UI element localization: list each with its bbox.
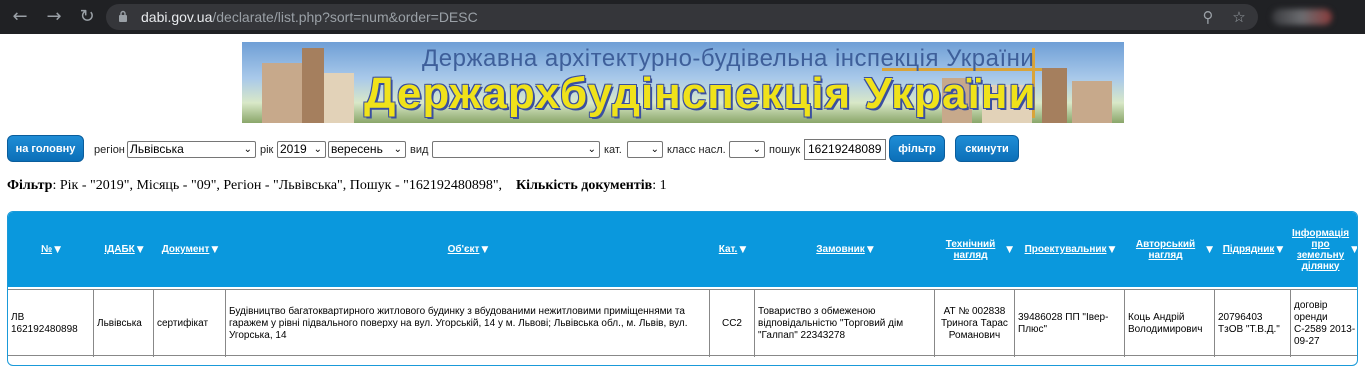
header-contractor[interactable]: Підрядник ▼: [1215, 212, 1291, 287]
class-label: класс насл.: [667, 144, 726, 156]
cell-category: СС2: [710, 290, 755, 357]
header-category[interactable]: Кат. ▼: [710, 212, 755, 287]
class-select[interactable]: ⌄: [729, 141, 765, 158]
cell-customer: Товариство з обмеженою відповідальністю …: [755, 290, 935, 357]
sort-arrow-icon: ▼: [1276, 244, 1284, 255]
declarations-table: № ▼ ІДАБК ▼ Документ ▼ Об'єкт ▼ Кат. ▼ Замовн…: [7, 211, 1358, 366]
browser-toolbar: ← → ↻ dabi.gov.ua/declarate/list.php?sor…: [0, 0, 1365, 34]
cell-document: сертифікат: [154, 290, 226, 357]
sort-arrow-icon: ▼: [481, 244, 489, 255]
table-row: ЛВ 162192480898 Львівська сертифікат Буд…: [8, 289, 1357, 357]
filter-summary-text: : Рік - "2019", Місяць - "09", Регіон - …: [52, 178, 503, 193]
chevron-down-icon: ⌄: [752, 144, 761, 155]
reset-button[interactable]: скинути: [955, 135, 1019, 162]
sort-arrow-icon: ▼: [739, 244, 747, 255]
bookmark-star-icon[interactable]: ☆: [1229, 7, 1249, 27]
header-designer[interactable]: Проектувальник ▼: [1015, 212, 1125, 287]
search-input[interactable]: 16219248089: [804, 139, 886, 160]
cell-designer: 39486028 ПП "Івер-Плюс": [1015, 290, 1125, 357]
home-button[interactable]: на головну: [7, 135, 84, 162]
search-label: пошук: [769, 144, 801, 156]
header-idabk[interactable]: ІДАБК ▼: [94, 212, 154, 287]
year-label: рік: [260, 144, 274, 156]
cell-land-info: договір оренди С-2589 2013-09-27: [1294, 299, 1356, 347]
cell-idabk: Львівська: [94, 290, 154, 357]
cell-number: ЛВ 162192480898: [8, 290, 94, 357]
sort-arrow-icon: ▼: [54, 244, 62, 255]
sort-arrow-icon: ▼: [1108, 244, 1116, 255]
header-tech-supervision[interactable]: Технічний нагляд ▼: [935, 212, 1015, 287]
chevron-down-icon: ⌄: [587, 144, 596, 155]
url-text: dabi.gov.ua/declarate/list.php?sort=num&…: [141, 9, 478, 25]
chevron-down-icon: ⌄: [243, 144, 252, 155]
chevron-down-icon: ⌄: [393, 144, 402, 155]
header-customer[interactable]: Замовник ▼: [755, 212, 935, 287]
cell-object: Будівництво багатоквартирного житлового …: [226, 290, 710, 357]
sort-arrow-icon: ▼: [136, 244, 144, 255]
forward-icon[interactable]: →: [42, 5, 66, 29]
header-number[interactable]: № ▼: [8, 212, 94, 287]
month-select[interactable]: вересень ⌄: [328, 141, 406, 158]
year-select[interactable]: 2019 ⌄: [277, 141, 326, 158]
back-icon[interactable]: ←: [8, 5, 32, 29]
table-header: № ▼ ІДАБК ▼ Документ ▼ Об'єкт ▼ Кат. ▼ Замовн…: [8, 212, 1358, 287]
header-author-supervision[interactable]: Авторський нагляд ▼: [1125, 212, 1215, 287]
header-land-info[interactable]: Інформація про земельну ділянку ▼: [1291, 212, 1358, 287]
document-count-value: : 1: [652, 178, 667, 193]
filter-summary: Фільтр: Рік - "2019", Місяць - "09", Рег…: [7, 178, 667, 194]
category-label: кат.: [604, 144, 622, 156]
sort-arrow-icon: ▼: [1351, 244, 1358, 255]
type-label: вид: [410, 144, 429, 156]
chevron-down-icon: ⌄: [650, 144, 659, 155]
filter-button[interactable]: фільтр: [889, 135, 945, 162]
document-count-label: Кількість документів: [516, 178, 653, 193]
cell-tech-supervision: АТ № 002838 Тринога Тарас Романович: [935, 290, 1015, 357]
category-select[interactable]: ⌄: [627, 141, 663, 158]
lock-icon: [119, 10, 127, 22]
zoom-icon[interactable]: ⚲: [1198, 7, 1218, 27]
header-document[interactable]: Документ ▼: [154, 212, 226, 287]
banner-title: Держархбудінспекція України: [364, 69, 1037, 118]
region-select[interactable]: Львівська ⌄: [127, 141, 256, 158]
cell-author-supervision: Коць Андрій Володимирович: [1125, 290, 1215, 357]
sort-arrow-icon: ▼: [1006, 244, 1013, 255]
chevron-down-icon: ⌄: [313, 144, 322, 155]
sort-arrow-icon: ▼: [1206, 244, 1213, 255]
header-object[interactable]: Об'єкт ▼: [226, 212, 710, 287]
cell-contractor: 20796403 ТзОВ "Т.В.Д.": [1215, 290, 1291, 357]
site-banner: Державна архітектурно-будівельна інспекц…: [242, 42, 1124, 123]
extensions-icon[interactable]: [1272, 9, 1332, 25]
filter-summary-label: Фільтр: [7, 178, 53, 193]
sort-arrow-icon: ▼: [211, 244, 219, 255]
address-bar[interactable]: dabi.gov.ua/declarate/list.php?sort=num&…: [106, 4, 1258, 30]
type-select[interactable]: ⌄: [432, 141, 600, 158]
sort-arrow-icon: ▼: [866, 244, 874, 255]
region-label: регіон: [94, 144, 125, 156]
reload-icon[interactable]: ↻: [75, 5, 99, 29]
